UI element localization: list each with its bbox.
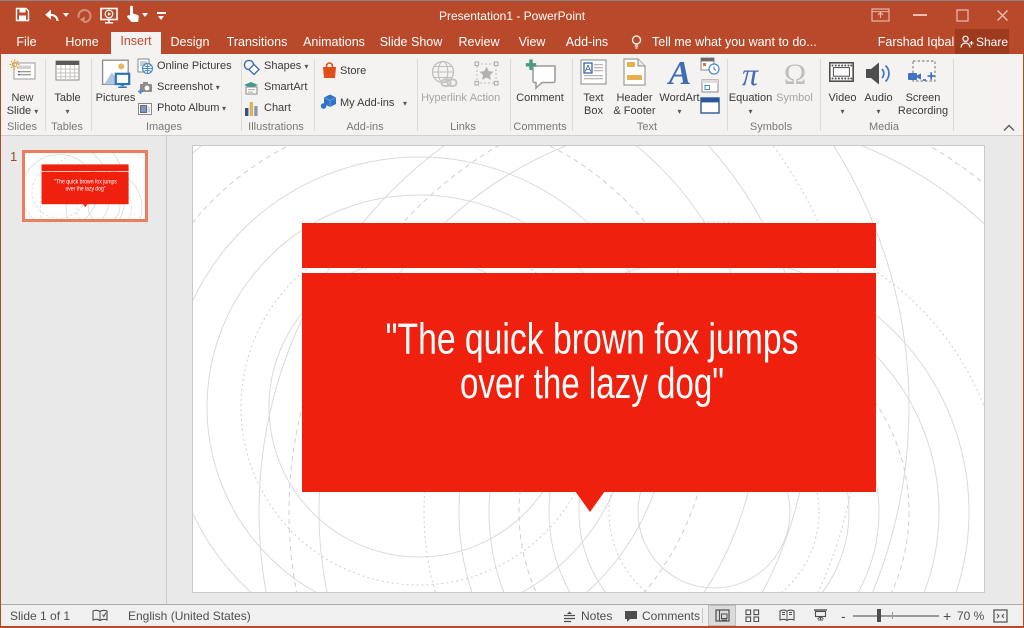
svg-text:π: π: [742, 59, 759, 89]
svg-text:"The quick brown fox jumps: "The quick brown fox jumps: [54, 179, 117, 186]
svg-text:"The quick brown fox jumps: "The quick brown fox jumps: [386, 316, 799, 364]
svg-text:Ω: Ω: [784, 59, 806, 89]
svg-text:A: A: [585, 64, 592, 75]
svg-text:over the lazy dog": over the lazy dog": [66, 185, 107, 192]
svg-text:A: A: [667, 57, 692, 89]
svg-text:over the lazy dog": over the lazy dog": [460, 360, 724, 408]
